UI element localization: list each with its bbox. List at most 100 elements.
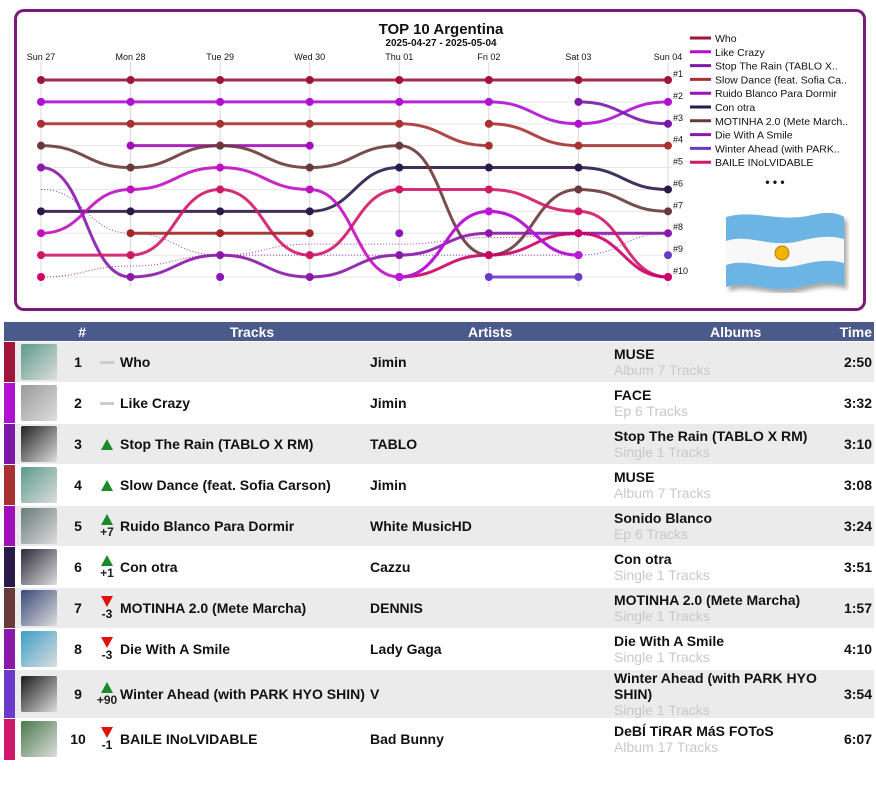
- table-row[interactable]: 8 -3 Die With A Smile Lady Gaga Die With A S…: [4, 628, 874, 670]
- artist-name[interactable]: White MusicHD: [370, 505, 614, 547]
- album-cover-image[interactable]: [21, 467, 57, 503]
- album-name[interactable]: Winter Ahead (with PARK HYO SHIN): [614, 670, 826, 702]
- data-point: [664, 119, 672, 128]
- header-rank: #: [4, 322, 94, 342]
- track-name[interactable]: Die With A Smile: [120, 628, 370, 670]
- data-point: [126, 141, 135, 150]
- track-name[interactable]: Con otra: [120, 546, 370, 588]
- chart-title: TOP 10 Argentina: [379, 21, 504, 38]
- track-time: 3:10: [826, 423, 874, 465]
- artist-name[interactable]: Jimin: [370, 382, 614, 424]
- cover-cell: [15, 546, 62, 588]
- album-meta: Single 1 Tracks: [614, 702, 710, 718]
- row-color-stripe: [4, 505, 15, 547]
- row-rank: 9: [62, 669, 94, 719]
- rank-tick-label: #2: [673, 91, 683, 101]
- arrow-up-icon: [101, 479, 113, 491]
- data-point: [216, 76, 225, 84]
- album-cover-image[interactable]: [21, 426, 57, 462]
- album-cover-image[interactable]: [21, 631, 57, 667]
- artist-name[interactable]: Bad Bunny: [370, 718, 614, 760]
- album-cover-image[interactable]: [21, 590, 57, 626]
- rank-tick-label: #1: [673, 69, 683, 79]
- data-point: [664, 141, 672, 150]
- header-albums[interactable]: Albums: [614, 322, 826, 342]
- artist-name[interactable]: Jimin: [370, 341, 614, 383]
- table-row[interactable]: 5 +7 Ruido Blanco Para Dormir White MusicHD…: [4, 505, 874, 547]
- x-tick-label: Thu 01: [385, 52, 413, 62]
- album-cell: Winter Ahead (with PARK HYO SHIN) Single …: [614, 669, 826, 719]
- data-point: [305, 141, 314, 150]
- x-tick-label: Sun 27: [27, 52, 56, 62]
- table-row[interactable]: 7 -3 MOTINHA 2.0 (Mete Marcha) DENNIS MOTINH…: [4, 587, 874, 629]
- arrow-up-icon: [101, 554, 113, 566]
- legend-label: MOTINHA 2.0 (Mete March..: [715, 116, 848, 128]
- album-cell: FACE Ep 6 Tracks: [614, 382, 826, 424]
- artist-name[interactable]: TABLO: [370, 423, 614, 465]
- album-meta: Single 1 Tracks: [614, 444, 710, 460]
- x-tick-label: Fri 02: [477, 52, 500, 62]
- row-rank: 5: [62, 505, 94, 547]
- table-row[interactable]: 4 Slow Dance (feat. Sofia Carson) Jimin MUS…: [4, 464, 874, 506]
- track-name[interactable]: MOTINHA 2.0 (Mete Marcha): [120, 587, 370, 629]
- album-meta: Ep 6 Tracks: [614, 403, 688, 419]
- data-point: [37, 273, 45, 281]
- track-name[interactable]: Ruido Blanco Para Dormir: [120, 505, 370, 547]
- table-row[interactable]: 2 Like Crazy Jimin FACE Ep 6 Tracks 3:32: [4, 382, 874, 424]
- album-cover-image[interactable]: [21, 344, 57, 380]
- header-time[interactable]: Time: [826, 322, 874, 342]
- album-name[interactable]: FACE: [614, 387, 826, 403]
- album-name[interactable]: DeBÍ TiRAR MáS FOToS: [614, 723, 826, 739]
- album-name[interactable]: Sonido Blanco: [614, 510, 826, 526]
- table-row[interactable]: 1 Who Jimin MUSE Album 7 Tracks 2:50: [4, 341, 874, 383]
- data-point: [484, 207, 493, 216]
- album-name[interactable]: Die With A Smile: [614, 633, 826, 649]
- album-cover-image[interactable]: [21, 676, 57, 712]
- data-point: [126, 207, 135, 216]
- album-cover-image[interactable]: [21, 508, 57, 544]
- artist-name[interactable]: V: [370, 669, 614, 719]
- track-time: 3:54: [826, 669, 874, 719]
- album-cover-image[interactable]: [21, 385, 57, 421]
- series-line: [576, 100, 670, 126]
- album-name[interactable]: Con otra: [614, 551, 826, 567]
- table-row[interactable]: 6 +1 Con otra Cazzu Con otra Single 1 Tracks 3…: [4, 546, 874, 588]
- data-point: [395, 185, 404, 194]
- track-name[interactable]: BAILE INoLVIDABLE: [120, 718, 370, 760]
- artist-name[interactable]: Lady Gaga: [370, 628, 614, 670]
- track-name[interactable]: Stop The Rain (TABLO X RM): [120, 423, 370, 465]
- album-name[interactable]: Stop The Rain (TABLO X RM): [614, 428, 826, 444]
- table-row[interactable]: 10 -1 BAILE INoLVIDABLE Bad Bunny DeBÍ TiRAR…: [4, 718, 874, 760]
- row-rank: 7: [62, 587, 94, 629]
- header-artists[interactable]: Artists: [370, 322, 614, 342]
- album-meta: Single 1 Tracks: [614, 567, 710, 583]
- cover-cell: [15, 423, 62, 465]
- album-name[interactable]: MUSE: [614, 346, 826, 362]
- data-point: [216, 97, 225, 106]
- data-point: [574, 185, 583, 194]
- album-cell: DeBÍ TiRAR MáS FOToS Album 17 Tracks: [614, 718, 826, 760]
- track-time: 2:50: [826, 341, 874, 383]
- track-name[interactable]: Slow Dance (feat. Sofia Carson): [120, 464, 370, 506]
- track-name[interactable]: Winter Ahead (with PARK HYO SHIN): [120, 669, 370, 719]
- data-point: [37, 251, 45, 260]
- legend-label: Winter Ahead (with PARK..: [715, 143, 840, 155]
- table-row[interactable]: 9 +90 Winter Ahead (with PARK HYO SHIN) V Wi…: [4, 669, 874, 719]
- track-name[interactable]: Like Crazy: [120, 382, 370, 424]
- album-name[interactable]: MUSE: [614, 469, 826, 485]
- data-point: [305, 76, 314, 84]
- artist-name[interactable]: Jimin: [370, 464, 614, 506]
- album-cover-image[interactable]: [21, 549, 57, 585]
- album-name[interactable]: MOTINHA 2.0 (Mete Marcha): [614, 592, 826, 608]
- table-row[interactable]: 3 Stop The Rain (TABLO X RM) TABLO Stop The…: [4, 423, 874, 465]
- data-point: [37, 97, 45, 106]
- album-cell: Sonido Blanco Ep 6 Tracks: [614, 505, 826, 547]
- album-cover-image[interactable]: [21, 721, 57, 758]
- artist-name[interactable]: DENNIS: [370, 587, 614, 629]
- data-point: [574, 229, 583, 238]
- track-name[interactable]: Who: [120, 341, 370, 383]
- data-point: [395, 251, 404, 260]
- header-tracks[interactable]: Tracks: [94, 322, 370, 342]
- artist-name[interactable]: Cazzu: [370, 546, 614, 588]
- data-point: [216, 119, 225, 128]
